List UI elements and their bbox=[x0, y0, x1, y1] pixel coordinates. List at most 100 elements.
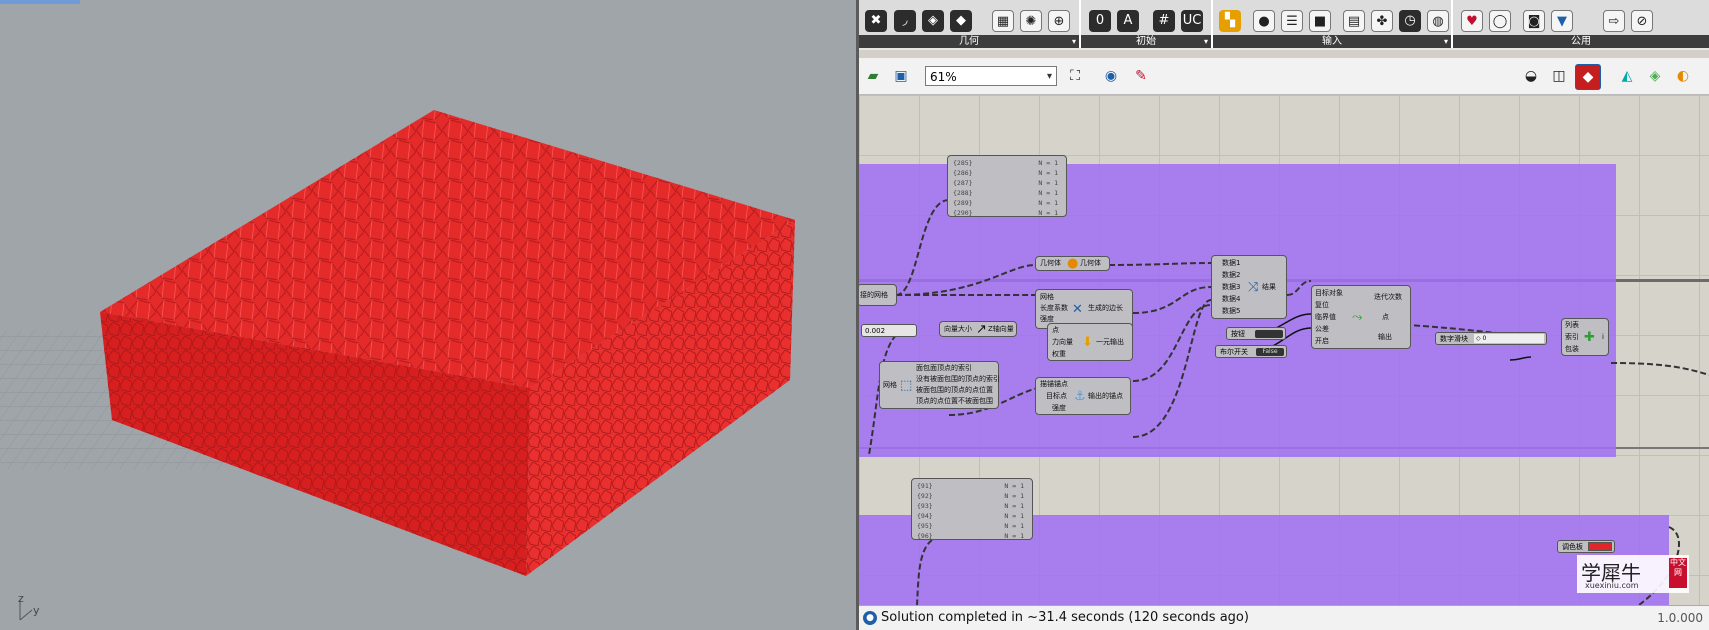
ribbon-panel-primitive: 0 A # UC 初始 ▾ bbox=[1081, 0, 1213, 48]
filter-icon[interactable]: ▼ bbox=[1551, 10, 1573, 32]
mesh-input-param[interactable]: 接的网格 bbox=[859, 284, 897, 306]
status-text: Solution completed in ~31.4 seconds (120… bbox=[881, 610, 1249, 625]
info-icon: ● bbox=[863, 611, 877, 625]
list-icon[interactable]: ☰ bbox=[1281, 10, 1303, 32]
naked-vertices-component[interactable]: 网格 ⬚ 面包面顶点的索引 没有被面包围的顶点的索引 被面包围的顶点的点位置 顶… bbox=[879, 361, 1000, 409]
panel-row: {96} N = 1 bbox=[917, 532, 1024, 540]
clock-icon[interactable]: ◷ bbox=[1399, 10, 1421, 32]
transform-icon[interactable]: ⊕ bbox=[1048, 10, 1070, 32]
cherry-icon[interactable]: ♥ bbox=[1461, 10, 1483, 32]
ribbon-panel-input: ▚ ● ☰ ■ ▤ ✤ ◷ ◍ 输入 ▾ bbox=[1213, 0, 1453, 48]
vector-icon: ↗ bbox=[976, 322, 987, 337]
gradient-icon[interactable]: ▤ bbox=[1343, 10, 1365, 32]
material-icon[interactable]: ◐ bbox=[1671, 64, 1695, 88]
wire bbox=[1132, 299, 1212, 438]
number-slider-right[interactable]: 数字滑块 ◇ 0 bbox=[1435, 332, 1547, 345]
panel-row: {290} N = 1 bbox=[953, 209, 1058, 217]
swatch-icon[interactable]: ◍ bbox=[1427, 10, 1449, 32]
load-icon: ⬇ bbox=[1082, 335, 1093, 350]
close-x-icon[interactable]: ✖ bbox=[865, 10, 887, 32]
axis-y-label: y bbox=[33, 604, 40, 617]
graph-icon[interactable]: ▚ bbox=[1219, 10, 1241, 32]
preview-shaded-icon[interactable]: ◒ bbox=[1519, 64, 1543, 88]
curve-icon[interactable]: ◞ bbox=[894, 10, 916, 32]
panel-row: {95} N = 1 bbox=[917, 522, 1024, 530]
ring-icon[interactable]: ◯ bbox=[1489, 10, 1511, 32]
panel-row: {94} N = 1 bbox=[917, 512, 1024, 520]
surface-icon[interactable]: ◈ bbox=[922, 10, 944, 32]
status-bar: ● Solution completed in ~31.4 seconds (1… bbox=[859, 605, 1709, 630]
swatch-color[interactable] bbox=[1588, 542, 1612, 551]
panel-expand-icon[interactable]: ▾ bbox=[1444, 35, 1448, 48]
merge-icon: ⤨ bbox=[1248, 280, 1259, 295]
axis-z-label: z bbox=[18, 592, 24, 605]
panel-icon[interactable]: ■ bbox=[1309, 10, 1331, 32]
ribbon-panel-util: ♥ ◯ ◙ ▼ ⇨ ⊘ 公用 bbox=[1453, 0, 1709, 48]
toggle-value[interactable]: False bbox=[1256, 348, 1284, 356]
text-icon[interactable]: A bbox=[1117, 10, 1139, 32]
ribbon-panel-label: 几何 bbox=[859, 35, 1079, 48]
panel-expand-icon[interactable]: ▾ bbox=[1072, 35, 1076, 48]
list-item-component[interactable]: 列表 索引 包装 ✚ i bbox=[1561, 318, 1609, 356]
data-panel-bottom[interactable]: {91} N = 1 {92} N = 1 {93} N = 1 {94} N = 1 … bbox=[911, 478, 1033, 540]
unit-icon[interactable]: UC bbox=[1181, 10, 1203, 32]
field-icon[interactable]: ✺ bbox=[1020, 10, 1042, 32]
slider-track[interactable]: ◇ 0 bbox=[1474, 334, 1544, 343]
chevron-down-icon: ▾ bbox=[1046, 71, 1052, 82]
unit-z-component[interactable]: 向量大小 ↗ Z轴向量 bbox=[939, 321, 1017, 337]
anchor-goal-component[interactable]: 描锚锚点 目标点 强度 ⚓ 输出的锚点 bbox=[1035, 377, 1131, 415]
boolean-toggle[interactable]: 布尔开关 False bbox=[1215, 345, 1287, 358]
bake-icon[interactable]: ◭ bbox=[1615, 64, 1639, 88]
panel-row: {285} N = 1 bbox=[953, 159, 1058, 167]
geometry-param[interactable]: 几何体 ● 几何体 bbox=[1035, 256, 1110, 271]
number-slider-left[interactable]: 0.002 bbox=[861, 324, 917, 337]
viewport-scene bbox=[0, 110, 795, 621]
timer-icon[interactable]: ⊘ bbox=[1631, 10, 1653, 32]
eye-icon[interactable]: ◉ bbox=[1099, 64, 1123, 88]
wire bbox=[1286, 280, 1312, 296]
sketch-icon[interactable]: ✎ bbox=[1129, 64, 1153, 88]
kangaroo-solver[interactable]: 目标对象 复位 临界值 公差 开启 ⤳ 迭代次数 点 输出 bbox=[1311, 285, 1411, 349]
button-param[interactable]: 按钮 bbox=[1226, 327, 1286, 340]
anchor-icon: ⚓ bbox=[1074, 389, 1086, 404]
ribbon-panel-geometry: ✖ ◞ ◈ ◆ ▦ ✺ ⊕ 几何 ▾ bbox=[859, 0, 1081, 48]
open-file-icon[interactable]: ▰ bbox=[861, 64, 885, 88]
zoom-select[interactable]: 61% ▾ bbox=[925, 66, 1057, 86]
grasshopper-editor: ✖ ◞ ◈ ◆ ▦ ✺ ⊕ 几何 ▾ 0 A # UC 初始 ▾ ▚ ● ☰ ■… bbox=[859, 0, 1709, 630]
color-wheel-icon[interactable]: ✤ bbox=[1371, 10, 1393, 32]
panel-row: {93} N = 1 bbox=[917, 502, 1024, 510]
panel-row: {286} N = 1 bbox=[953, 169, 1058, 177]
panel-expand-icon[interactable]: ▾ bbox=[1204, 35, 1208, 48]
kangaroo-icon: ⤳ bbox=[1352, 310, 1363, 325]
color-swatch[interactable]: 调色板 bbox=[1557, 540, 1615, 553]
panel-row: {288} N = 1 bbox=[953, 189, 1058, 197]
preview-selected-icon[interactable]: ◆ bbox=[1575, 64, 1601, 90]
panel-row: {289} N = 1 bbox=[953, 199, 1058, 207]
component-ribbon: ✖ ◞ ◈ ◆ ▦ ✺ ⊕ 几何 ▾ 0 A # UC 初始 ▾ ▚ ● ☰ ■… bbox=[859, 0, 1709, 50]
zoom-extents-icon[interactable]: ⛶ bbox=[1063, 64, 1087, 88]
panel-row: {92} N = 1 bbox=[917, 492, 1024, 500]
load-goal-component[interactable]: 点 力向量 权重 ⬇ 一元输出 bbox=[1047, 323, 1133, 361]
mesh-quality-icon[interactable]: ◈ bbox=[1643, 64, 1667, 88]
wire bbox=[916, 534, 950, 605]
panel-row: {91} N = 1 bbox=[917, 482, 1024, 490]
brep-icon[interactable]: ◆ bbox=[950, 10, 972, 32]
rhino-viewport[interactable]: z y bbox=[0, 0, 856, 630]
mesh-icon[interactable]: ▦ bbox=[992, 10, 1014, 32]
wire bbox=[895, 199, 950, 296]
integer-icon[interactable]: # bbox=[1153, 10, 1175, 32]
list-item-icon: ✚ bbox=[1584, 330, 1595, 345]
preview-wire-icon[interactable]: ◫ bbox=[1547, 64, 1571, 88]
button-face[interactable] bbox=[1255, 330, 1283, 338]
status-version: 1.0.000 bbox=[1657, 611, 1703, 625]
number-icon[interactable]: 0 bbox=[1089, 10, 1111, 32]
data-panel-top[interactable]: {285} N = 1 {286} N = 1 {287} N = 1 {288} N … bbox=[947, 155, 1067, 217]
fit-icon[interactable]: ◙ bbox=[1523, 10, 1545, 32]
arrow-right-icon[interactable]: ⇨ bbox=[1603, 10, 1625, 32]
merge-component[interactable]: 数据1 数据2 数据3 数据4 数据5 ⤨ 结果 bbox=[1211, 255, 1287, 319]
save-icon[interactable]: ▣ bbox=[889, 64, 913, 88]
ribbon-panel-label: 初始 bbox=[1081, 35, 1211, 48]
canvas-toolbar: ▰ ▣ 61% ▾ ⛶ ◉ ✎ ◒ ◫ ◆ ◭ ◈ ◐ bbox=[859, 58, 1709, 95]
toggle-icon[interactable]: ● bbox=[1253, 10, 1275, 32]
gh-canvas[interactable]: {285} N = 1 {286} N = 1 {287} N = 1 {288} N … bbox=[859, 95, 1709, 605]
